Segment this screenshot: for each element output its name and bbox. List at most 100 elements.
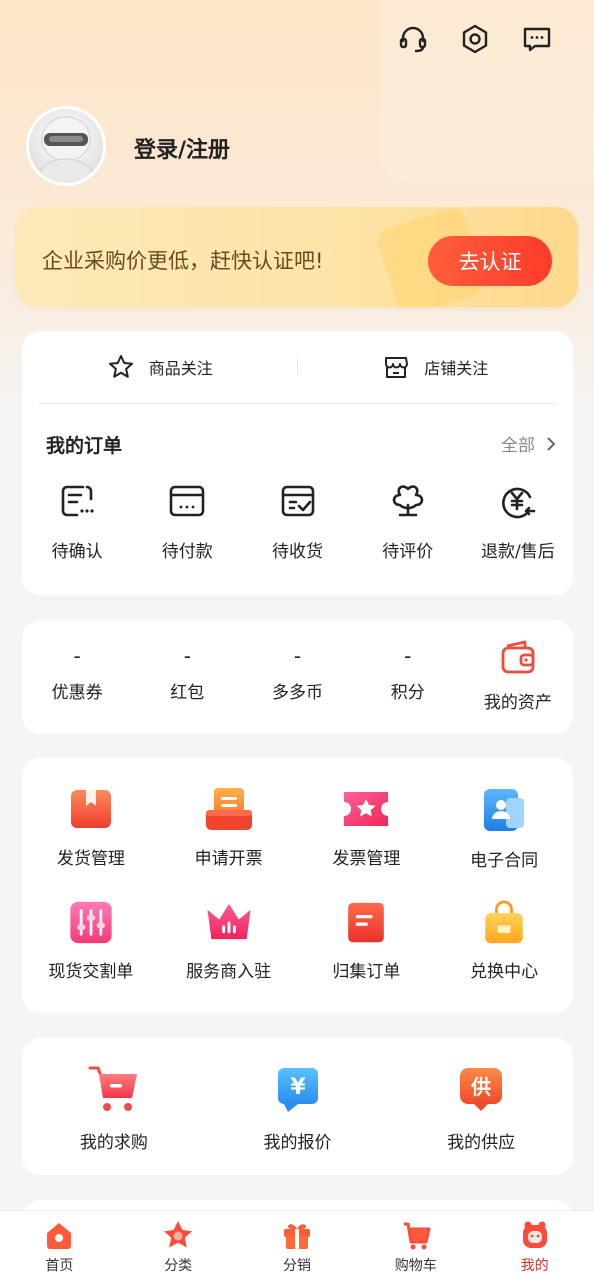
my-assets-button[interactable]: 我的资产 [463,620,573,734]
services-card: 发货管理 申请开票 发票管理 电子合同 现货交割单 服务商入驻 归集订单 兑换中… [22,758,573,1013]
order-status-label: 待收货 [272,542,323,562]
box-check-icon [281,485,314,517]
wallet-icon [501,640,535,674]
service-label: 发票管理 [332,849,401,869]
goods-follow-label: 商品关注 [148,359,213,378]
my-assets-label: 我的资产 [483,693,552,713]
supply-glyph: 供 [470,1075,491,1099]
invoice-ticket-icon [344,792,389,826]
asset-coins[interactable]: - 多多币 [242,620,352,734]
service-provider-join[interactable]: 服务商入驻 [160,874,298,982]
order-refund[interactable]: 退款/售后 [463,481,573,562]
order-status-label: 退款/售后 [481,542,555,562]
order-status-list: 待确认 待付款 待收货 待评价 退款/售后 [22,481,573,562]
sliders-icon [70,901,112,944]
service-e-contract[interactable]: 电子合同 [435,758,573,874]
crown-icon [207,903,251,940]
profile-icon [522,1221,547,1248]
store-follow-label: 店铺关注 [424,359,489,378]
asset-label: 优惠券 [51,683,103,703]
asset-label: 积分 [390,683,425,703]
purchase-label: 我的求购 [79,1133,148,1153]
store-icon [385,357,409,378]
header-actions [396,22,554,56]
orders-title: 我的订单 [46,435,123,457]
asset-coupon[interactable]: - 优惠券 [22,620,132,734]
tab-label: 分类 [164,1258,193,1274]
purchasing-card: 我的求购 ¥ 我的报价 供 我的供应 [22,1038,573,1175]
asset-value: - [73,644,81,668]
service-invoice-management[interactable]: 发票管理 [298,758,436,874]
service-spot-delivery[interactable]: 现货交割单 [22,874,160,982]
certify-button[interactable]: 去认证 [428,236,552,286]
service-apply-invoice[interactable]: 申请开票 [160,758,298,874]
pending-confirm-icon [61,485,94,517]
tab-mine[interactable]: 我的 [475,1211,594,1280]
service-label: 申请开票 [194,849,263,869]
my-supply[interactable]: 供 我的供应 [389,1038,573,1153]
order-pending-payment[interactable]: 待付款 [132,481,242,562]
star-icon [108,355,133,378]
login-register-link[interactable]: 登录/注册 [134,132,230,164]
service-label: 发货管理 [56,849,125,869]
flower-review-icon [392,485,423,517]
collect-order-icon [348,902,385,943]
message-icon[interactable] [520,22,554,56]
store-follow-button[interactable]: 店铺关注 [298,331,574,403]
tab-cart[interactable]: 购物车 [356,1211,475,1280]
tab-distribution[interactable]: 分销 [238,1211,357,1280]
service-label: 归集订单 [332,962,401,982]
tab-label: 分销 [282,1258,311,1274]
tab-label: 购物车 [394,1258,437,1274]
asset-points[interactable]: - 积分 [353,620,463,734]
asset-value: - [404,644,412,668]
certification-text: 企业采购价更低，赶快认证吧! [42,249,324,273]
category-star-icon [164,1221,193,1248]
bottom-tab-bar: 首页 分类 分销 购物车 我的 [0,1210,594,1280]
service-exchange-center[interactable]: 兑换中心 [435,874,573,982]
gift-bag-icon [485,900,523,944]
home-icon [47,1223,72,1249]
tab-category[interactable]: 分类 [119,1211,238,1280]
asset-label: 多多币 [272,683,323,703]
service-label: 服务商入驻 [186,962,272,982]
asset-red-packet[interactable]: - 红包 [132,620,242,734]
shopping-cart-icon [88,1066,137,1111]
follow-divider [297,359,298,375]
refund-yen-icon [502,487,536,519]
gift-icon [283,1224,310,1249]
order-pending-review[interactable]: 待评价 [353,481,463,562]
orders-card: 商品关注 店铺关注 我的订单 全部 待确认 待付款 待收货 待评价 退款/售后 [22,331,573,595]
service-shipping[interactable]: 发货管理 [22,758,160,874]
avatar[interactable] [26,106,106,186]
certification-banner: 企业采购价更低，赶快认证吧! 去认证 [16,207,578,307]
quote-yen-glyph: ¥ [290,1075,306,1100]
tab-label: 首页 [45,1258,74,1274]
divider [38,403,557,404]
service-label: 电子合同 [470,851,539,871]
headset-icon[interactable] [396,22,430,56]
my-purchase-requests[interactable]: 我的求购 [22,1038,206,1153]
chevron-right-icon [547,436,556,451]
goods-follow-button[interactable]: 商品关注 [22,331,298,403]
order-pending-confirm[interactable]: 待确认 [22,481,132,562]
orders-all-link[interactable]: 全部 [501,431,557,456]
assets-card: - 优惠券 - 红包 - 多多币 - 积分 我的资产 [22,620,573,734]
my-quotations[interactable]: ¥ 我的报价 [206,1038,390,1153]
shipping-box-icon [70,790,111,828]
asset-value: - [293,644,302,668]
wallet-card-icon [169,485,205,517]
purchase-label: 我的供应 [447,1133,516,1153]
settings-hexagon-icon[interactable] [458,22,492,56]
order-pending-receipt[interactable]: 待收货 [242,481,352,562]
quote-yen-icon: ¥ [277,1068,318,1112]
service-collect-orders[interactable]: 归集订单 [298,874,436,982]
order-status-label: 待评价 [382,542,434,562]
invoice-apply-icon [205,788,252,830]
tab-label: 我的 [520,1258,549,1274]
tab-home[interactable]: 首页 [0,1211,119,1280]
purchase-label: 我的报价 [263,1133,332,1153]
supply-icon: 供 [460,1068,503,1111]
contract-icon [484,789,525,831]
service-label: 兑换中心 [470,962,539,982]
